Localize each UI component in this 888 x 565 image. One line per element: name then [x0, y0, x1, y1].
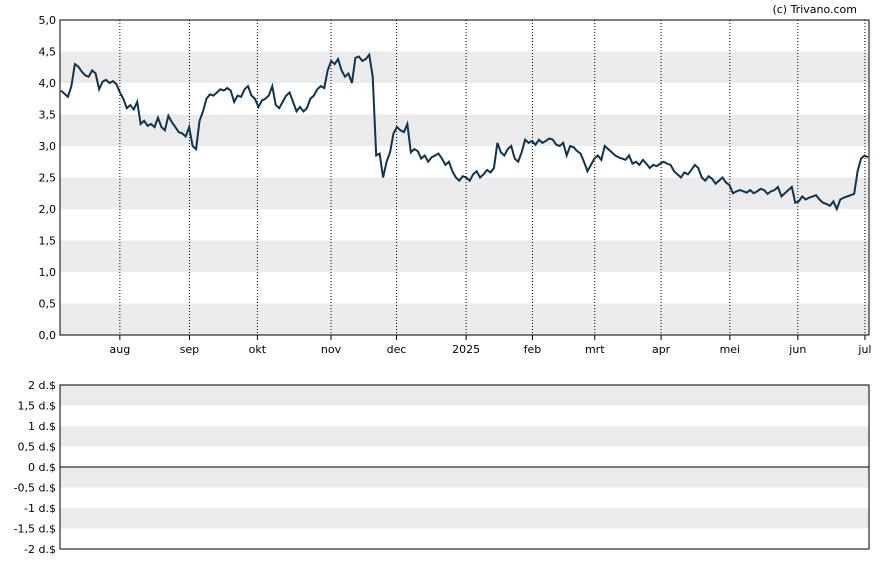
- price-y-tick-label: 4,5: [39, 46, 57, 59]
- price-y-tick-label: 2,5: [39, 172, 57, 185]
- dividend-y-tick-label: 1,5 d.$: [18, 400, 56, 413]
- price-band: [60, 114, 869, 146]
- dividend-y-tick-label: 1 d.$: [28, 420, 56, 433]
- price-chart: 0,0 0,5 1,0 1,5 2,0 2,5 3,0 3,5 4,0 4,5 5,0 aug sep…: [39, 3, 872, 356]
- dividend-band: [60, 467, 869, 488]
- dividend-y-tick-label: -2 d.$: [24, 543, 56, 556]
- credit-label: (c) Trivano.com: [772, 3, 857, 16]
- price-y-tick-label: 0,0: [39, 329, 57, 342]
- price-x-tick-label: jun: [788, 343, 806, 356]
- price-x-tick-label: feb: [524, 343, 542, 356]
- dividend-y-axis-labels: 2 d.$ 1,5 d.$ 1 d.$ 0,5 d.$ 0 d.$ -0,5 d.$ -1 …: [14, 379, 56, 556]
- price-y-tick-label: 0,5: [39, 298, 57, 311]
- price-x-tick-label: nov: [321, 343, 342, 356]
- price-x-tick-label: sep: [180, 343, 199, 356]
- dividend-y-tick-label: -1,5 d.$: [14, 523, 56, 536]
- dividend-chart: 2 d.$ 1,5 d.$ 1 d.$ 0,5 d.$ 0 d.$ -0,5 d.$ -1 …: [14, 379, 870, 556]
- price-y-tick-label: 2,0: [39, 203, 57, 216]
- dividend-band: [60, 508, 869, 529]
- dividend-y-tick-label: 0 d.$: [28, 461, 56, 474]
- price-band: [60, 51, 869, 83]
- price-y-axis-labels: 0,0 0,5 1,0 1,5 2,0 2,5 3,0 3,5 4,0 4,5 5,0: [39, 14, 57, 342]
- price-y-tick-label: 1,0: [39, 266, 57, 279]
- price-band: [60, 177, 869, 209]
- dividend-band: [60, 385, 869, 406]
- price-bands: [60, 51, 869, 335]
- price-y-tick-label: 1,5: [39, 235, 57, 248]
- stock-chart: 0,0 0,5 1,0 1,5 2,0 2,5 3,0 3,5 4,0 4,5 5,0 aug sep…: [0, 0, 888, 565]
- dividend-y-tick-label: 2 d.$: [28, 379, 56, 392]
- price-band: [60, 303, 869, 335]
- price-x-tick-label: apr: [652, 343, 671, 356]
- price-x-tick-label: 2025: [452, 343, 480, 356]
- price-x-tick-label: aug: [110, 343, 131, 356]
- price-x-tick-label: jul: [857, 343, 871, 356]
- dividend-y-tick-label: -0,5 d.$: [14, 482, 56, 495]
- price-x-axis-labels: aug sep okt nov dec 2025 feb mrt apr mei jun jul: [110, 343, 872, 356]
- price-band: [60, 240, 869, 272]
- dividend-band: [60, 426, 869, 447]
- price-x-tick-label: mei: [720, 343, 741, 356]
- price-x-tick-label: okt: [249, 343, 267, 356]
- dividend-bands: [60, 385, 869, 529]
- price-x-tick-label: mrt: [585, 343, 605, 356]
- price-y-tick-label: 3,0: [39, 140, 57, 153]
- dividend-y-tick-label: -1 d.$: [24, 502, 56, 515]
- price-x-tick-label: dec: [387, 343, 407, 356]
- price-y-tick-label: 5,0: [39, 14, 57, 27]
- price-y-tick-label: 3,5: [39, 109, 57, 122]
- dividend-y-tick-label: 0,5 d.$: [18, 441, 56, 454]
- price-y-tick-label: 4,0: [39, 77, 57, 90]
